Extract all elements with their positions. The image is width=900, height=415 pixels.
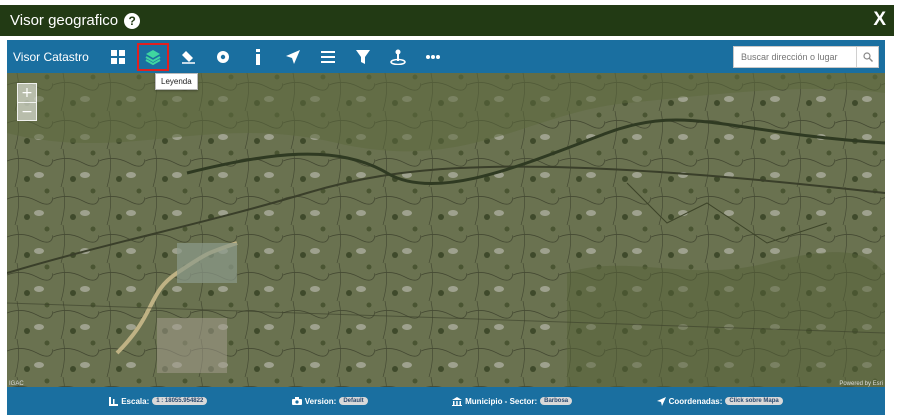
viewer-title: Visor Catastro [13,49,89,64]
building-icon [452,396,463,406]
close-icon[interactable]: X [873,9,886,31]
search-input[interactable] [734,47,856,67]
terrain-imagery [7,73,885,387]
grid-icon [111,49,125,64]
target-icon [217,50,229,63]
municipio-status: Municipio - Sector: Barbosa [452,396,573,406]
layers-icon [145,49,161,65]
search-button[interactable] [856,47,878,67]
scale-status: Escala: 1 : 18055.954822 [109,396,208,406]
scale-icon [109,396,119,406]
grid-button[interactable] [103,44,133,70]
target-button[interactable] [208,44,238,70]
info-button[interactable] [243,44,273,70]
window-titlebar: Visor geografico ? X [0,5,894,36]
map-viewer: Visor Catastro Buscar dirección o lugar … [7,40,885,415]
list-button[interactable] [313,44,343,70]
pin-button[interactable] [383,44,413,70]
more-button[interactable] [418,44,448,70]
municipio-label: Municipio - Sector: [465,396,538,406]
search-icon [862,52,873,62]
satellite-map[interactable]: + − IGAC Powered by Esri [7,73,885,387]
pin-icon [390,49,406,65]
help-icon[interactable]: ? [124,12,141,29]
navigate-icon [286,49,300,64]
municipio-value: Barbosa [540,397,573,405]
scale-label: Escala: [121,396,150,406]
window-title: Visor geografico [10,12,119,29]
zoom-control: + − [17,83,37,121]
version-label: Version: [304,396,337,406]
legend-tooltip: Leyenda [155,73,198,90]
list-icon [321,50,335,63]
version-value: Default [339,397,368,405]
eraser-icon [182,50,195,64]
legend-button[interactable] [137,42,169,71]
viewer-toolbar: Visor Catastro [7,40,885,73]
eraser-button[interactable] [173,44,203,70]
info-icon [256,48,260,65]
navigate-button[interactable] [278,44,308,70]
status-bar: Escala: 1 : 18055.954822 Version: Defaul… [7,387,885,415]
location-arrow-icon [656,396,666,406]
coords-status: Coordenadas: Click sobre Mapa [656,396,783,406]
version-status: Version: Default [291,396,368,406]
filter-button[interactable] [348,44,378,70]
camera-icon [291,397,302,405]
search-box [733,46,879,68]
filter-icon [356,49,370,64]
more-icon [426,54,440,59]
zoom-in-button[interactable]: + [18,84,36,102]
coords-value[interactable]: Click sobre Mapa [725,397,783,405]
zoom-out-button[interactable]: − [18,102,36,120]
coords-label: Coordenadas: [668,396,723,406]
scale-value: 1 : 18055.954822 [152,397,208,405]
